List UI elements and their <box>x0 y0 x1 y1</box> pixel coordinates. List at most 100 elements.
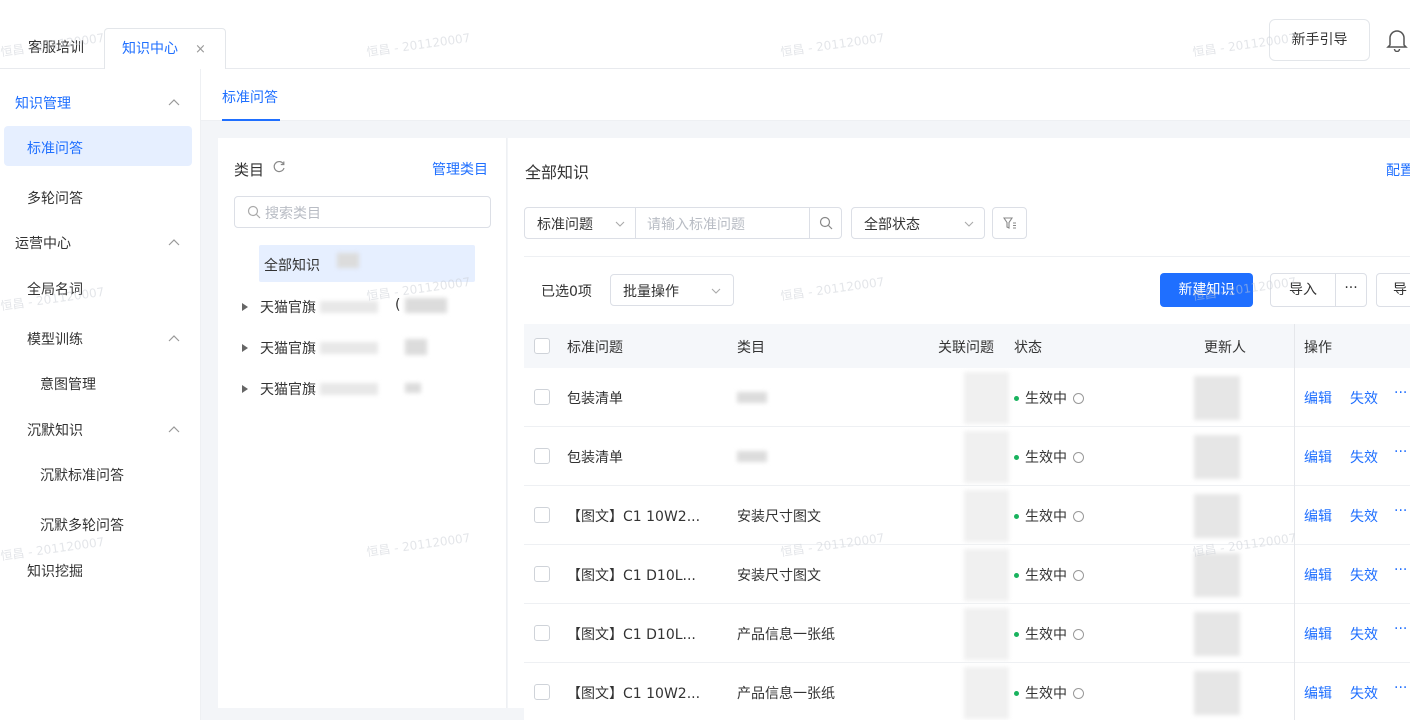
row-more-button[interactable]: ··· <box>1394 562 1407 578</box>
nav-group-knowledge-management[interactable]: 知识管理 <box>15 93 71 113</box>
new-knowledge-button[interactable]: 新建知识 <box>1160 273 1253 307</box>
category-tree-node[interactable]: 天猫官旗 <box>242 379 421 399</box>
clock-icon[interactable] <box>1073 688 1084 699</box>
clock-icon[interactable] <box>1073 570 1084 581</box>
edit-link[interactable]: 编辑 <box>1304 506 1332 526</box>
edit-link[interactable]: 编辑 <box>1304 624 1332 644</box>
row-checkbox[interactable] <box>534 566 550 582</box>
batch-operation-select[interactable]: 批量操作 <box>610 274 734 306</box>
import-button[interactable]: 导入 <box>1270 273 1336 307</box>
redacted-count <box>337 253 359 268</box>
sidebar-item-intent-management[interactable]: 意图管理 <box>40 374 96 394</box>
clock-icon[interactable] <box>1073 629 1084 640</box>
bell-icon[interactable] <box>1386 28 1408 52</box>
sidebar-item-global-terms[interactable]: 全局名词 <box>27 279 83 299</box>
disable-link[interactable]: 失效 <box>1350 388 1378 408</box>
row-more-button[interactable]: ··· <box>1394 503 1407 519</box>
column-divider <box>1294 663 1295 720</box>
cell-question: 包装清单 <box>567 450 623 466</box>
chevron-up-icon[interactable] <box>167 332 181 346</box>
advanced-filter-button[interactable] <box>992 207 1027 239</box>
redacted-related <box>964 608 1009 660</box>
row-checkbox[interactable] <box>534 389 550 405</box>
status-dot-icon <box>1014 632 1019 637</box>
close-icon[interactable]: × <box>195 29 206 70</box>
export-button[interactable]: 导 <box>1376 273 1410 307</box>
category-search-input[interactable]: 搜索类目 <box>234 196 491 228</box>
clock-icon[interactable] <box>1073 393 1084 404</box>
sidebar-item-silent-multi-turn-qa[interactable]: 沉默多轮问答 <box>40 515 124 535</box>
question-search-input[interactable]: 请输入标准问题 <box>635 207 810 239</box>
cell-category: 产品信息一张纸 <box>737 627 835 643</box>
table-row[interactable]: 【图文】C1 D10L... 产品信息一张纸 生效中 编辑 失效 ··· <box>524 604 1410 663</box>
tab-standard-qa[interactable]: 标准问答 <box>222 87 278 107</box>
select-all-checkbox[interactable] <box>534 338 550 354</box>
table-row[interactable]: 包装清单 生效中 编辑 失效 ··· <box>524 368 1410 427</box>
beginner-guide-button[interactable]: 新手引导 <box>1269 19 1370 61</box>
caret-right-icon[interactable] <box>242 344 248 352</box>
tab-customer-training[interactable]: 客服培训 <box>14 28 104 69</box>
category-tree-node[interactable]: 天猫官旗 ( <box>242 297 447 317</box>
row-checkbox[interactable] <box>534 684 550 700</box>
redacted-count <box>405 298 447 313</box>
row-checkbox[interactable] <box>534 448 550 464</box>
edit-link[interactable]: 编辑 <box>1304 388 1332 408</box>
category-tree-node[interactable]: 天猫官旗 <box>242 338 427 358</box>
search-button[interactable] <box>809 207 842 239</box>
chevron-up-icon[interactable] <box>167 96 181 110</box>
disable-link[interactable]: 失效 <box>1350 683 1378 703</box>
edit-link[interactable]: 编辑 <box>1304 565 1332 585</box>
import-more-button[interactable]: ··· <box>1335 273 1367 307</box>
sidebar-item-knowledge-mining[interactable]: 知识挖掘 <box>27 561 83 581</box>
redacted-category <box>737 392 767 403</box>
row-more-button[interactable]: ··· <box>1394 444 1407 460</box>
config-link[interactable]: 配置 <box>1386 160 1410 180</box>
table-row[interactable]: 包装清单 生效中 编辑 失效 ··· <box>524 427 1410 486</box>
cell-category: 安装尺寸图文 <box>737 568 821 584</box>
table-row[interactable]: 【图文】C1 10W2... 产品信息一张纸 生效中 编辑 失效 ··· <box>524 663 1410 720</box>
disable-link[interactable]: 失效 <box>1350 447 1378 467</box>
chevron-up-icon[interactable] <box>167 423 181 437</box>
status-label: 生效中 <box>1025 568 1067 584</box>
status-select[interactable]: 全部状态 <box>851 207 985 239</box>
table-row[interactable]: 【图文】C1 10W2... 安装尺寸图文 生效中 编辑 失效 ··· <box>524 486 1410 545</box>
nav-group-operations-center[interactable]: 运营中心 <box>15 233 71 253</box>
sidebar-item-standard-qa[interactable]: 标准问答 <box>27 138 83 158</box>
chevron-up-icon[interactable] <box>167 236 181 250</box>
edit-link[interactable]: 编辑 <box>1304 447 1332 467</box>
disable-link[interactable]: 失效 <box>1350 565 1378 585</box>
sidebar-item-model-training[interactable]: 模型训练 <box>27 329 83 349</box>
cell-question: 【图文】C1 10W2... <box>567 686 701 702</box>
row-checkbox[interactable] <box>534 625 550 641</box>
top-tab-bar: 客服培训 知识中心 × 新手引导 <box>0 0 1410 70</box>
clock-icon[interactable] <box>1073 511 1084 522</box>
category-all-knowledge[interactable]: 全部知识 <box>259 245 475 282</box>
caret-right-icon[interactable] <box>242 303 248 311</box>
status-label: 生效中 <box>1025 391 1067 407</box>
question-type-select[interactable]: 标准问题 <box>524 207 636 239</box>
redacted-related <box>964 667 1009 719</box>
row-more-button[interactable]: ··· <box>1394 621 1407 637</box>
refresh-icon[interactable] <box>272 160 286 174</box>
redacted-related <box>964 431 1009 483</box>
sidebar-item-silent-standard-qa[interactable]: 沉默标准问答 <box>40 465 124 485</box>
status-dot-icon <box>1014 514 1019 519</box>
edit-link[interactable]: 编辑 <box>1304 683 1332 703</box>
redacted-text <box>320 301 378 313</box>
row-checkbox[interactable] <box>534 507 550 523</box>
manage-category-link[interactable]: 管理类目 <box>432 159 488 179</box>
sidebar-item-silent-knowledge[interactable]: 沉默知识 <box>27 420 83 440</box>
caret-right-icon[interactable] <box>242 385 248 393</box>
disable-link[interactable]: 失效 <box>1350 624 1378 644</box>
search-icon <box>247 205 261 219</box>
row-more-button[interactable]: ··· <box>1394 385 1407 401</box>
table-row[interactable]: 【图文】C1 D10L... 安装尺寸图文 生效中 编辑 失效 ··· <box>524 545 1410 604</box>
row-more-button[interactable]: ··· <box>1394 680 1407 696</box>
redacted-updater <box>1194 435 1240 479</box>
tab-knowledge-center[interactable]: 知识中心 × <box>104 28 226 70</box>
sidebar-item-multi-turn-qa[interactable]: 多轮问答 <box>27 188 83 208</box>
redacted-updater <box>1194 553 1240 597</box>
chevron-down-icon <box>615 221 625 227</box>
disable-link[interactable]: 失效 <box>1350 506 1378 526</box>
clock-icon[interactable] <box>1073 452 1084 463</box>
